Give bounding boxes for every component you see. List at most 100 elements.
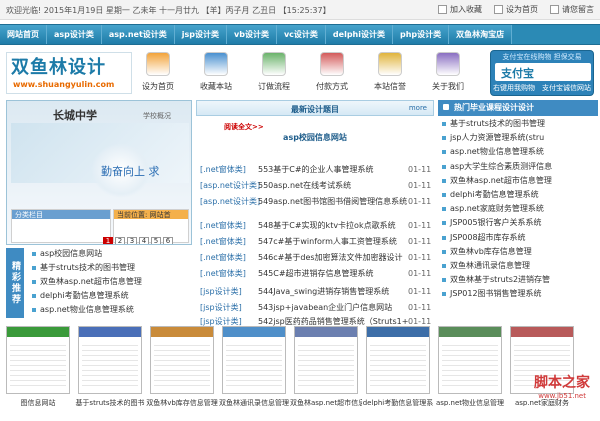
news-title[interactable]: 546c#基于des加密算法文件加密器设计 [258,252,408,263]
news-row[interactable]: [.net窗体类] 546c#基于des加密算法文件加密器设计 01-11 [200,250,431,264]
quick-link-1[interactable]: 收藏本站 [194,52,238,92]
top-bar: 欢迎光临! 2015年1月19日 星期一 乙未年 十一月廿九 【羊】丙子月 乙丑… [0,0,600,20]
news-row[interactable]: [jsp设计类] 544Java_swing进销存销售管理系统 01-11 [200,284,431,298]
thumbnail-item[interactable]: 双鱼林通讯录信息管理 [219,326,289,406]
news-title[interactable]: 542jsp医药药品销售管理系统（Struts1+ [258,316,408,327]
news-category[interactable]: [.net窗体类] [200,236,258,247]
news-row[interactable]: [.net窗体类] 553基于C#的企业人事管理系统 01-11 [200,162,431,176]
news-row[interactable]: [asp.net设计类] 549asp.net图书馆图书借阅管理信息系统 01-11 [200,194,431,208]
thumbnail-item[interactable]: delphi考勤信息管理系 [363,326,433,406]
quick-link-4[interactable]: 本站信誉 [368,52,412,92]
add-favorite-link[interactable]: 加入收藏 [438,4,482,15]
hot-item[interactable]: 双鱼林通讯录信息管理 [442,260,598,274]
hot-item[interactable]: delphi考勤信息管理系统 [442,189,598,203]
news-row[interactable]: [.net窗体类] 547c#基于winform人事工资管理系统 01-11 [200,234,431,248]
news-category[interactable]: [jsp设计类] [200,286,258,297]
thumbnail-caption[interactable]: 双鱼林asp.net超市信息 [290,398,362,406]
recommend-item[interactable]: 基于struts技术的图书管理 [32,262,192,276]
hot-item[interactable]: 双鱼林基于struts2进销存管 [442,274,598,288]
news-row[interactable]: [asp.net设计类] 550asp.net在线考试系统 01-11 [200,178,431,192]
site-logo[interactable]: 双鱼林设计 www.shuangyulin.com [6,52,132,94]
latest-title: 最新设计题目 [291,105,339,114]
thumbnail-item[interactable]: 基于struts技术的图书 [75,326,145,406]
hot-item[interactable]: JSP005银行客户关系系统 [442,217,598,231]
nav-home[interactable]: 网站首页 [0,25,47,44]
nav-vb[interactable]: vb设计类 [227,25,277,44]
thumbnail-header-bar [295,327,357,337]
thumbnail-caption[interactable]: 基于struts技术的图书 [74,398,146,406]
set-homepage-link[interactable]: 设为首页 [494,4,538,15]
pager-button[interactable]: 2 [115,237,125,244]
news-category[interactable]: [jsp设计类] [200,316,258,327]
news-category[interactable]: [.net窗体类] [200,268,258,279]
hot-item[interactable]: asp.net物业信息管理系统 [442,146,598,160]
recommend-item[interactable]: asp校园信息网站 [32,248,192,262]
news-category[interactable]: [jsp设计类] [200,302,258,313]
nav-aspnet[interactable]: asp.net设计类 [101,25,175,44]
hot-item[interactable]: jsp人力资源管理系统(stru [442,132,598,146]
read-more-link[interactable]: 阅读全文>> [224,122,264,132]
news-row[interactable]: [jsp设计类] 543jsp+javabean企业门户信息网站 01-11 [200,300,431,314]
news-title[interactable]: 549asp.net图书馆图书借阅管理信息系统 [258,196,408,207]
pager-button[interactable]: 4 [139,237,149,244]
recommend-item[interactable]: delphi考勤信息管理系统 [32,290,192,304]
thumbnail-image [438,326,502,394]
hot-item[interactable]: 双鱼林vb库存信息管理 [442,246,598,260]
thumbnail-caption[interactable]: delphi考勤信息管理系 [362,398,434,406]
nav-taobao[interactable]: 双鱼林淘宝店 [449,25,513,44]
news-title[interactable]: 547c#基于winform人事工资管理系统 [258,236,408,247]
thumbnail-item[interactable]: 双鱼林asp.net超市信息 [290,326,362,406]
thumbnail-item[interactable]: 图信息网站 [6,326,70,406]
thumbnail-caption[interactable]: 图信息网站 [6,398,74,406]
thumbnail-caption[interactable]: 双鱼林通讯录信息管理 [218,398,290,406]
news-title[interactable]: 543jsp+javabean企业门户信息网站 [258,302,408,313]
more-link[interactable]: more [409,104,427,112]
quick-link-label: 收藏本站 [200,82,232,91]
news-category[interactable]: [.net窗体类] [200,252,258,263]
news-category[interactable]: [.net窗体类] [200,220,258,231]
hot-item[interactable]: 基于struts技术的图书管理 [442,118,598,132]
news-title[interactable]: 544Java_swing进销存销售管理系统 [258,286,408,297]
showcase-banner[interactable]: 长城中学 学校概况 勤奋向上 求 分类栏目 当前位置: 网站首 123456 [6,100,192,245]
thumbnail-item[interactable]: 双鱼林vb库存信息管理 [146,326,218,406]
hot-item[interactable]: JSP008超市库存系统 [442,232,598,246]
banner-title: 长城中学 [53,109,97,122]
banner-category-box: 分类栏目 [11,209,111,243]
recommend-item[interactable]: 双鱼林asp.net超市信息管理 [32,276,192,290]
recommend-item[interactable]: asp.net物业信息管理系统 [32,304,192,318]
hot-item[interactable]: 双鱼林asp.net超市信息管理 [442,175,598,189]
news-category[interactable]: [.net窗体类] [200,164,258,175]
news-title[interactable]: 550asp.net在线考试系统 [258,180,408,191]
news-category[interactable]: [asp.net设计类] [200,180,260,191]
pager-button[interactable]: 6 [163,237,173,244]
pager-button[interactable]: 1 [103,237,113,244]
news-category[interactable]: [asp.net设计类] [200,196,260,207]
nav-vc[interactable]: vc设计类 [276,25,326,44]
hot-item[interactable]: asp大学生综合素质测评信息 [442,161,598,175]
quick-link-2[interactable]: 订做流程 [252,52,296,92]
pager-button[interactable]: 3 [127,237,137,244]
quick-link-3[interactable]: 付款方式 [310,52,354,92]
news-title[interactable]: 548基于C#实现的ktv卡拉ok点歌系统 [258,220,408,231]
thumbnail-item[interactable]: asp.net物业信息管理 [436,326,504,406]
nav-delphi[interactable]: delphi设计类 [325,25,393,44]
nav-asp[interactable]: asp设计类 [47,25,102,44]
nav-jsp[interactable]: jsp设计类 [174,25,227,44]
featured-title[interactable]: asp校园信息网站 [196,132,434,143]
thumbnail-caption[interactable]: asp.net物业信息管理 [434,398,506,406]
news-row[interactable]: [.net窗体类] 548基于C#实现的ktv卡拉ok点歌系统 01-11 [200,218,431,232]
leave-message-link[interactable]: 请您留言 [550,4,594,15]
hot-item[interactable]: JSP012图书销售管理系统 [442,288,598,302]
logo-url: www.shuangyulin.com [13,80,115,89]
pager-button[interactable]: 5 [151,237,161,244]
news-row[interactable]: [.net窗体类] 545C#超市进销存信息管理系统 01-11 [200,266,431,280]
quick-link-5[interactable]: 关于我们 [426,52,470,92]
quick-link-label: 本站信誉 [374,82,406,91]
news-title[interactable]: 553基于C#的企业人事管理系统 [258,164,408,175]
thumbnail-caption[interactable]: 双鱼林vb库存信息管理 [146,398,218,406]
hot-item[interactable]: asp.net家庭财务管理系统 [442,203,598,217]
news-title[interactable]: 545C#超市进销存信息管理系统 [258,268,408,279]
quick-link-0[interactable]: 设为首页 [136,52,180,92]
nav-php[interactable]: php设计类 [392,25,450,44]
alipay-badge[interactable]: 支付宝在线购物 担保交易 支付宝 右键用我购物 支付宝诚信网站 [490,50,594,96]
